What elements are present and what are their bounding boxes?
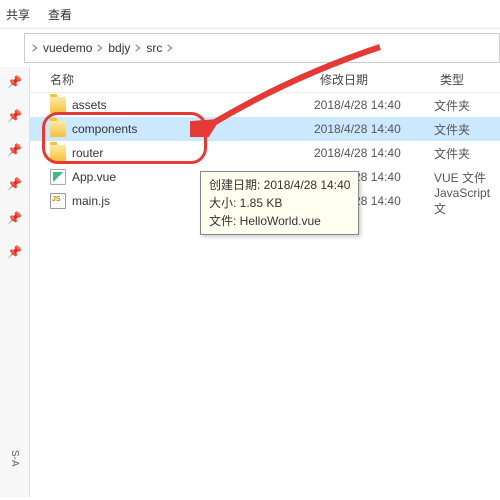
folder-icon <box>50 121 66 137</box>
pin-icon[interactable]: 📌 <box>7 245 22 259</box>
header-name[interactable]: 名称 <box>50 71 320 88</box>
file-name: components <box>72 122 137 136</box>
tooltip-line: 文件: HelloWorld.vue <box>209 212 350 230</box>
file-icon <box>50 193 66 209</box>
chevron-right-icon <box>96 44 104 52</box>
cell-name: components <box>50 121 314 137</box>
cell-type: JavaScript 文 <box>434 186 500 217</box>
tooltip-line: 创建日期: 2018/4/28 14:40 <box>209 176 350 194</box>
tooltip: 创建日期: 2018/4/28 14:40 大小: 1.85 KB 文件: He… <box>200 171 359 235</box>
menu-share[interactable]: 共享 <box>6 6 30 23</box>
cell-type: 文件夹 <box>434 97 500 114</box>
file-name: assets <box>72 98 107 112</box>
tooltip-line: 大小: 1.85 KB <box>209 194 350 212</box>
breadcrumb-item[interactable]: bdjy <box>108 41 130 55</box>
file-row[interactable]: assets 2018/4/28 14:40文件夹 <box>30 93 500 117</box>
cell-name: assets <box>50 97 314 113</box>
header-type[interactable]: 类型 <box>440 71 500 88</box>
file-list: 名称 修改日期 类型 assets2018/4/28 14:40文件夹compo… <box>30 67 500 497</box>
cell-type: 文件夹 <box>434 121 500 138</box>
cell-name: router <box>50 145 314 161</box>
file-name: App.vue <box>72 170 116 184</box>
pin-icon[interactable]: 📌 <box>7 109 22 123</box>
pin-icon[interactable]: 📌 <box>7 177 22 191</box>
main-area: 📌 📌 📌 📌 📌 📌 S-A 名称 修改日期 类型 assets 2018/4/… <box>0 67 500 497</box>
breadcrumb-item[interactable]: src <box>146 41 162 55</box>
menu-bar: 共享 查看 <box>0 0 500 28</box>
file-icon <box>50 169 66 185</box>
folder-icon <box>50 97 66 113</box>
pin-icon[interactable]: 📌 <box>7 211 22 225</box>
cell-type: VUE 文件 <box>434 169 500 186</box>
file-row[interactable]: router 2018/4/28 14:40文件夹 <box>30 141 500 165</box>
folder-icon <box>50 145 66 161</box>
pin-icon[interactable]: 📌 <box>7 143 22 157</box>
cell-date: 2018/4/28 14:40 <box>314 146 434 160</box>
pin-icon[interactable]: 📌 <box>7 75 22 89</box>
sidebar-bottom-label: S-A <box>9 450 20 467</box>
cell-date: 2018/4/28 14:40 <box>314 98 434 112</box>
file-row[interactable]: components 2018/4/28 14:40文件夹 <box>30 117 500 141</box>
cell-type: 文件夹 <box>434 145 500 162</box>
chevron-right-icon <box>134 44 142 52</box>
menu-view[interactable]: 查看 <box>48 6 72 23</box>
header-date[interactable]: 修改日期 <box>320 71 440 88</box>
breadcrumb-item[interactable]: vuedemo <box>43 41 92 55</box>
file-name: main.js <box>72 194 110 208</box>
file-name: router <box>72 146 103 160</box>
column-headers: 名称 修改日期 类型 <box>30 67 500 93</box>
chevron-right-icon <box>166 44 174 52</box>
breadcrumb[interactable]: vuedemo bdjy src <box>24 33 500 63</box>
sidebar: 📌 📌 📌 📌 📌 📌 S-A <box>0 67 30 497</box>
chevron-right-icon <box>31 44 39 52</box>
divider <box>0 28 500 29</box>
cell-date: 2018/4/28 14:40 <box>314 122 434 136</box>
